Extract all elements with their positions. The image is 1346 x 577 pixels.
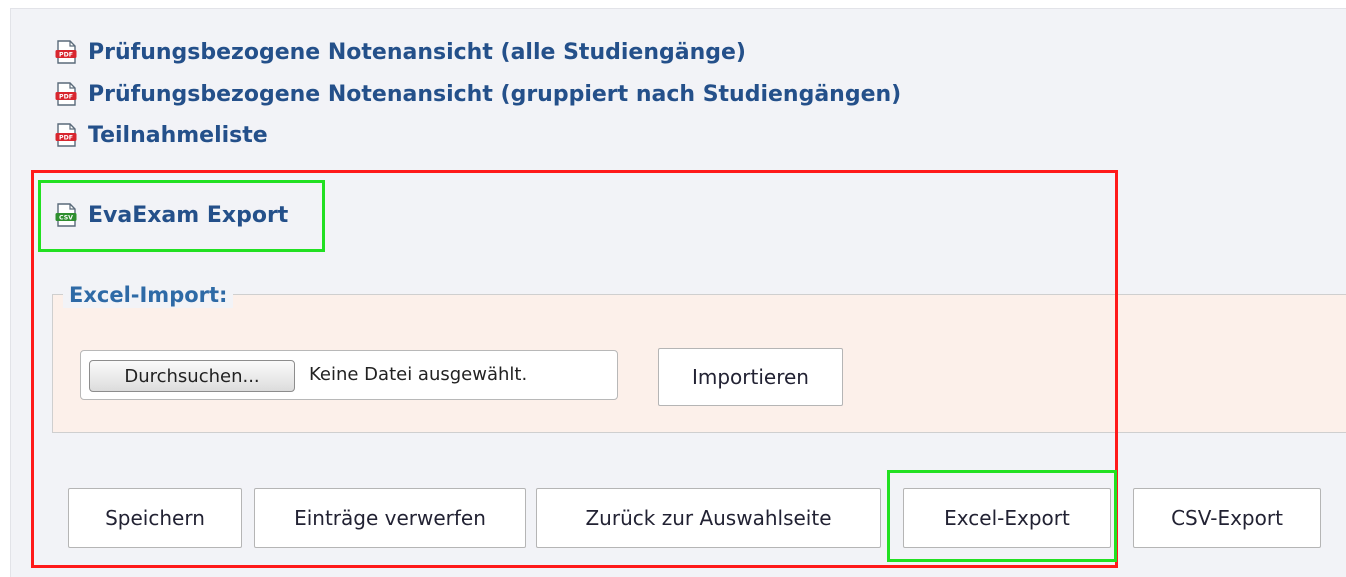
link-grades-grouped-by-program[interactable]: PDF Prüfungsbezogene Notenansicht (grupp… — [54, 79, 901, 109]
svg-text:PDF: PDF — [59, 135, 73, 142]
pdf-file-icon: PDF — [55, 123, 77, 147]
link-attendance-list[interactable]: PDF Teilnahmeliste — [54, 120, 268, 150]
svg-text:PDF: PDF — [59, 94, 73, 101]
green-highlight-evaexam — [38, 180, 325, 252]
svg-text:PDF: PDF — [59, 52, 73, 59]
link-grades-all-programs[interactable]: PDF Prüfungsbezogene Notenansicht (alle … — [54, 37, 746, 67]
link-label: Prüfungsbezogene Notenansicht (gruppiert… — [88, 81, 902, 107]
link-label: Prüfungsbezogene Notenansicht (alle Stud… — [88, 39, 746, 65]
link-label: Teilnahmeliste — [88, 122, 268, 148]
pdf-file-icon: PDF — [55, 82, 77, 106]
pdf-file-icon: PDF — [55, 40, 77, 64]
csv-export-button[interactable]: CSV-Export — [1133, 488, 1321, 548]
green-highlight-excel-export — [887, 470, 1117, 562]
